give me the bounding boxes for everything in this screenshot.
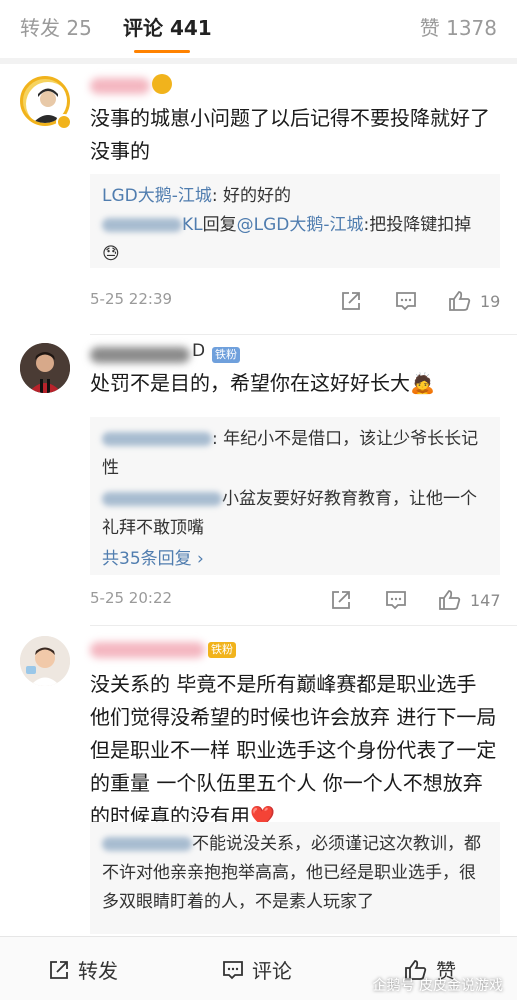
comment-label: 评论 bbox=[252, 959, 292, 983]
comment-button[interactable]: 评论 bbox=[222, 955, 292, 984]
like-button[interactable]: 19 bbox=[448, 286, 500, 316]
fan-badge-label: 铁粉 bbox=[208, 642, 236, 658]
comment-item: 没事的城崽小问题了以后记得不要投降就好了没事的 LGD大鹅-江城: 好的好的 K… bbox=[0, 64, 517, 334]
reply-author-blurred[interactable] bbox=[102, 837, 192, 851]
tab-repost[interactable]: 转发 25 bbox=[20, 12, 92, 41]
more-replies-link[interactable]: 共35条回复 › bbox=[102, 545, 488, 574]
reply-box[interactable]: LGD大鹅-江城: 好的好的 KL回复@LGD大鹅-江城:把投降键扣掉😓 bbox=[90, 174, 500, 268]
share-button[interactable] bbox=[330, 585, 352, 615]
reply-line: 小盆友要好好教育教育，让他一个礼拜不敢顶嘴 bbox=[102, 485, 488, 543]
fan-badge: 铁粉 bbox=[208, 638, 236, 658]
thumbs-up-icon bbox=[449, 291, 471, 311]
comment-text: 没事的城崽小问题了以后记得不要投降就好了没事的 bbox=[90, 106, 490, 163]
reply-author-blurred[interactable] bbox=[102, 218, 182, 232]
share-icon bbox=[342, 292, 360, 310]
avatar[interactable] bbox=[20, 343, 70, 393]
member-crown-icon bbox=[152, 74, 172, 94]
reply-line: 不能说没关系，必须谨记这次教训，都不许对他亲亲抱抱举高高，他已经是职业选手，很多… bbox=[102, 830, 488, 917]
reply-line: KL回复@LGD大鹅-江城:把投降键扣掉😓 bbox=[102, 211, 488, 269]
repost-button[interactable]: 转发 bbox=[48, 955, 118, 984]
avatar[interactable] bbox=[20, 636, 70, 686]
comment-meta: 5-25 20:22 147 bbox=[90, 585, 501, 615]
reply-author[interactable]: LGD大鹅-江城 bbox=[102, 186, 212, 206]
reply-mention[interactable]: @LGD大鹅-江城 bbox=[237, 215, 364, 235]
reply-box[interactable]: : 年纪小不是借口，该让少爷长长记性 小盆友要好好教育教育，让他一个礼拜不敢顶嘴… bbox=[90, 417, 500, 575]
comment-icon bbox=[396, 292, 416, 311]
reply-button[interactable] bbox=[395, 286, 417, 316]
repost-icon bbox=[50, 960, 68, 979]
like-count: 19 bbox=[480, 291, 501, 311]
comment-text: 没关系的 毕竟不是所有巅峰赛都是职业选手 他们觉得没希望的时候也许会放弃 进行下… bbox=[90, 672, 497, 828]
comment-time: 5-25 20:22 bbox=[90, 589, 173, 607]
like-count: 147 bbox=[470, 590, 501, 610]
verified-badge-icon bbox=[56, 114, 72, 130]
watermark: 企鹅号 皮皮金说游戏 bbox=[372, 978, 503, 994]
tab-bar: 转发 25 评论 441 赞 1378 bbox=[0, 0, 517, 58]
comment-item: 铁粉 没关系的 毕竟不是所有巅峰赛都是职业选手 他们觉得没希望的时候也许会放弃 … bbox=[0, 626, 517, 936]
reply-author-tail[interactable]: KL bbox=[182, 215, 203, 235]
active-tab-indicator bbox=[134, 50, 190, 53]
reply-box[interactable]: 不能说没关系，必须谨记这次教训，都不许对他亲亲抱抱举高高，他已经是职业选手，很多… bbox=[90, 822, 500, 934]
reply-verb: 回复 bbox=[202, 215, 237, 235]
share-button[interactable] bbox=[340, 286, 362, 316]
username-blurred[interactable] bbox=[90, 78, 150, 94]
thumbs-up-icon bbox=[439, 590, 461, 610]
share-icon bbox=[332, 591, 350, 609]
reply-line: LGD大鹅-江城: 好的好的 bbox=[102, 182, 488, 211]
comment-meta: 5-25 22:39 19 bbox=[90, 286, 500, 316]
reply-author-blurred[interactable] bbox=[102, 492, 222, 506]
comment-text: 处罚不是目的，希望你在这好好长大🙇 bbox=[90, 371, 435, 395]
fan-badge-label: 铁粉 bbox=[212, 347, 240, 363]
bottom-action-bar: 转发 评论 赞 企鹅号 皮皮金说游戏 bbox=[0, 936, 517, 1000]
fan-badge: 铁粉 bbox=[212, 343, 240, 363]
username-blurred[interactable] bbox=[90, 642, 205, 658]
comment-icon bbox=[386, 591, 406, 610]
reply-line: : 年纪小不是借口，该让少爷长长记性 bbox=[102, 425, 488, 483]
reply-author-blurred[interactable] bbox=[102, 432, 212, 446]
reply-content: : 好的好的 bbox=[211, 186, 292, 206]
comment-item: D 铁粉 处罚不是目的，希望你在这好好长大🙇 : 年纪小不是借口，该让少爷长长记… bbox=[0, 335, 517, 625]
avatar-image bbox=[20, 343, 70, 393]
tab-like[interactable]: 赞 1378 bbox=[420, 12, 497, 41]
avatar-image bbox=[20, 636, 70, 686]
repost-label: 转发 bbox=[78, 959, 118, 983]
username-blurred[interactable] bbox=[90, 347, 190, 363]
comment-icon bbox=[223, 960, 243, 979]
like-button[interactable]: 147 bbox=[438, 585, 501, 615]
comment-time: 5-25 22:39 bbox=[90, 290, 173, 308]
username-tail[interactable]: D bbox=[192, 341, 205, 361]
tab-comment[interactable]: 评论 441 bbox=[123, 12, 212, 41]
reply-button[interactable] bbox=[385, 585, 407, 615]
